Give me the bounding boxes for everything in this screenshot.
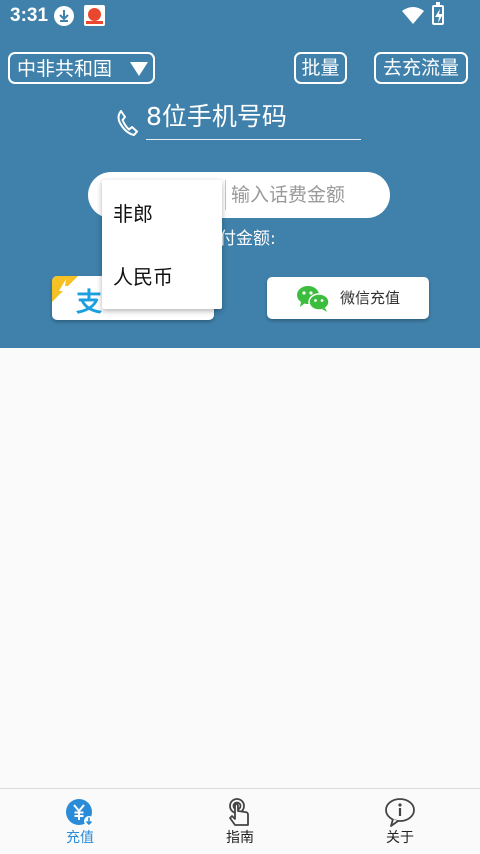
currency-option-rmb[interactable]: 人民币 bbox=[102, 245, 222, 309]
currency-option-franc[interactable]: 非郎 bbox=[102, 182, 222, 246]
nav-label-guide: 指南 bbox=[226, 830, 254, 846]
currency-dropdown: 非郎 人民币 bbox=[102, 180, 222, 309]
tap-guide-icon bbox=[229, 798, 249, 826]
pay-amount-label: 付金额: bbox=[219, 229, 276, 249]
download-icon bbox=[54, 6, 74, 26]
phone-icon bbox=[117, 110, 138, 136]
app-notification-icon bbox=[84, 5, 105, 26]
nav-item-guide[interactable]: 指南 bbox=[160, 789, 320, 854]
info-icon bbox=[385, 798, 415, 827]
battery-charging-icon bbox=[432, 2, 444, 25]
yuan-recharge-icon bbox=[66, 799, 94, 826]
recharge-panel: 中非共和国 批量 去充流量 8位手机号码 输入话费金额 付金额: 支 微信充值 bbox=[0, 32, 480, 348]
country-select[interactable]: 中非共和国 bbox=[8, 52, 155, 84]
bottom-nav: 充值 指南 关于 bbox=[0, 788, 480, 854]
nav-label-recharge: 充值 bbox=[66, 830, 94, 846]
country-select-value: 中非共和国 bbox=[17, 58, 113, 80]
amount-divider bbox=[225, 180, 226, 210]
wechat-pay-label: 微信充值 bbox=[340, 289, 401, 307]
batch-button[interactable]: 批量 bbox=[294, 52, 347, 84]
alipay-logo-text: 支 bbox=[76, 288, 103, 318]
nav-item-about[interactable]: 关于 bbox=[320, 789, 480, 854]
wechat-pay-button[interactable]: 微信充值 bbox=[267, 277, 429, 319]
data-recharge-button[interactable]: 去充流量 bbox=[374, 52, 468, 84]
amount-input[interactable]: 输入话费金额 bbox=[231, 180, 345, 210]
phone-number-input[interactable]: 8位手机号码 bbox=[146, 100, 361, 140]
wechat-icon bbox=[297, 286, 330, 312]
nav-label-about: 关于 bbox=[386, 830, 414, 846]
status-time: 3:31 bbox=[10, 5, 49, 26]
status-bar: 3:31 bbox=[0, 0, 480, 32]
wifi-icon bbox=[402, 7, 424, 24]
nav-item-recharge[interactable]: 充值 bbox=[0, 789, 160, 854]
lightning-icon bbox=[52, 276, 78, 302]
dropdown-arrow-icon bbox=[130, 62, 148, 76]
